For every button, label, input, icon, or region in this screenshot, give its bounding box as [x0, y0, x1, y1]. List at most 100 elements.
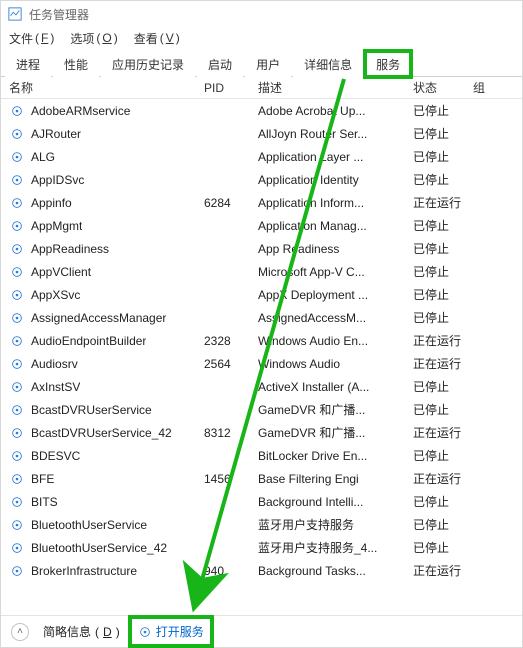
service-status: 已停止 [413, 493, 473, 510]
service-desc: Windows Audio En... [258, 334, 413, 348]
service-status: 已停止 [413, 263, 473, 280]
service-status: 已停止 [413, 447, 473, 464]
menu-options-label: 选项 [70, 30, 94, 47]
service-pid: 2328 [204, 334, 258, 348]
service-name-cell: AssignedAccessManager [9, 310, 204, 326]
service-name-cell: AJRouter [9, 126, 204, 142]
tab-services[interactable]: 服务 [365, 51, 411, 77]
service-status: 已停止 [413, 401, 473, 418]
window-title: 任务管理器 [29, 6, 89, 23]
service-name: BFE [31, 472, 54, 486]
service-name-cell: AudioEndpointBuilder [9, 333, 204, 349]
service-row[interactable]: AppMgmt Application Manag...已停止 [1, 214, 522, 237]
service-row[interactable]: AJRouter AllJoyn Router Ser...已停止 [1, 122, 522, 145]
column-desc[interactable]: 描述 [258, 79, 413, 96]
service-row[interactable]: AppReadinessApp Readiness已停止 [1, 237, 522, 260]
service-row[interactable]: Audiosrv2564Windows Audio正在运行 [1, 352, 522, 375]
service-row[interactable]: ALG Application Layer ...已停止 [1, 145, 522, 168]
service-desc: 蓝牙用户支持服务 [258, 516, 413, 533]
service-gear-icon [9, 563, 25, 579]
service-row[interactable]: AdobeARMserviceAdobe Acrobat Up...已停止 [1, 99, 522, 122]
service-desc: Application Layer ... [258, 150, 413, 164]
service-status: 已停止 [413, 125, 473, 142]
service-desc: BitLocker Drive En... [258, 449, 413, 463]
service-status: 已停止 [413, 516, 473, 533]
service-row[interactable]: BcastDVRUserService_428312GameDVR 和广播...… [1, 421, 522, 444]
service-name-cell: BluetoothUserService [9, 517, 204, 533]
service-row[interactable]: BcastDVRUserServiceGameDVR 和广播...已停止 [1, 398, 522, 421]
service-row[interactable]: BFE1456Base Filtering Engi正在运行 [1, 467, 522, 490]
service-name-cell: AppVClient [9, 264, 204, 280]
column-status[interactable]: 状态 [413, 79, 473, 96]
tab-startup[interactable]: 启动 [197, 51, 243, 77]
service-desc: GameDVR 和广播... [258, 401, 413, 418]
service-desc: Microsoft App-V C... [258, 265, 413, 279]
column-pid[interactable]: PID [204, 81, 258, 95]
service-desc: Windows Audio [258, 357, 413, 371]
service-gear-icon [9, 494, 25, 510]
service-status: 已停止 [413, 539, 473, 556]
tab-app-history[interactable]: 应用历史记录 [101, 51, 195, 77]
tab-performance[interactable]: 性能 [53, 51, 99, 77]
service-row[interactable]: AxInstSVActiveX Installer (A...已停止 [1, 375, 522, 398]
service-row[interactable]: AppIDSvcApplication Identity已停止 [1, 168, 522, 191]
service-name: AppIDSvc [31, 173, 84, 187]
service-desc: GameDVR 和广播... [258, 424, 413, 441]
service-row[interactable]: BrokerInfrastructure940Background Tasks.… [1, 559, 522, 582]
service-desc: Application Manag... [258, 219, 413, 233]
service-status: 已停止 [413, 217, 473, 234]
menu-view-label: 查看 [134, 30, 158, 47]
service-status: 已停止 [413, 148, 473, 165]
service-name: AdobeARMservice [31, 104, 130, 118]
service-name-cell: Audiosrv [9, 356, 204, 372]
tab-details[interactable]: 详细信息 [293, 51, 363, 77]
service-desc: Application Identity [258, 173, 413, 187]
service-status: 正在运行 [413, 194, 473, 211]
tab-users[interactable]: 用户 [245, 51, 291, 77]
service-gear-icon [9, 540, 25, 556]
menu-view[interactable]: 查看(V) [134, 30, 180, 47]
service-desc: AppX Deployment ... [258, 288, 413, 302]
task-manager-window: 任务管理器 文件(F) 选项(O) 查看(V) 进程 性能 应用历史记录 启动 … [0, 0, 523, 648]
services-list[interactable]: AdobeARMserviceAdobe Acrobat Up...已停止AJR… [1, 99, 522, 615]
brief-info-link[interactable]: 简略信息(D) [43, 623, 120, 640]
service-desc: Application Inform... [258, 196, 413, 210]
service-row[interactable]: BluetoothUserService_42蓝牙用户支持服务_4...已停止 [1, 536, 522, 559]
service-name: BrokerInfrastructure [31, 564, 137, 578]
service-row[interactable]: AudioEndpointBuilder2328Windows Audio En… [1, 329, 522, 352]
column-name[interactable]: 名称 [9, 79, 204, 96]
service-name: BluetoothUserService [31, 518, 147, 532]
service-row[interactable]: Appinfo6284Application Inform...正在运行 [1, 191, 522, 214]
service-status: 已停止 [413, 240, 473, 257]
service-row[interactable]: BITSBackground Intelli...已停止 [1, 490, 522, 513]
service-name-cell: AppIDSvc [9, 172, 204, 188]
menu-options[interactable]: 选项(O) [70, 30, 117, 47]
service-pid: 6284 [204, 196, 258, 210]
service-desc: AllJoyn Router Ser... [258, 127, 413, 141]
service-name: BcastDVRUserService_42 [31, 426, 172, 440]
service-status: 已停止 [413, 378, 473, 395]
column-group[interactable]: 组 [473, 79, 490, 96]
tab-processes[interactable]: 进程 [5, 51, 51, 77]
service-gear-icon [9, 333, 25, 349]
service-name-cell: BFE [9, 471, 204, 487]
menu-file[interactable]: 文件(F) [9, 30, 54, 47]
service-gear-icon [9, 172, 25, 188]
service-row[interactable]: AssignedAccessManagerAssignedAccessM...已… [1, 306, 522, 329]
service-name-cell: ALG [9, 149, 204, 165]
service-name-cell: AppMgmt [9, 218, 204, 234]
service-desc: AssignedAccessM... [258, 311, 413, 325]
service-desc: Background Intelli... [258, 495, 413, 509]
service-row[interactable]: BluetoothUserService 蓝牙用户支持服务已停止 [1, 513, 522, 536]
service-gear-icon [9, 310, 25, 326]
titlebar: 任务管理器 [1, 1, 522, 27]
service-row[interactable]: AppXSvcAppX Deployment ...已停止 [1, 283, 522, 306]
service-name-cell: BrokerInfrastructure [9, 563, 204, 579]
menu-file-label: 文件 [9, 30, 33, 47]
service-row[interactable]: BDESVCBitLocker Drive En...已停止 [1, 444, 522, 467]
collapse-button[interactable]: ˄ [11, 623, 29, 641]
open-services-link[interactable]: 打开服务 [134, 621, 208, 642]
open-services-label: 打开服务 [156, 623, 204, 640]
service-row[interactable]: AppVClient Microsoft App-V C...已停止 [1, 260, 522, 283]
service-gear-icon [9, 448, 25, 464]
